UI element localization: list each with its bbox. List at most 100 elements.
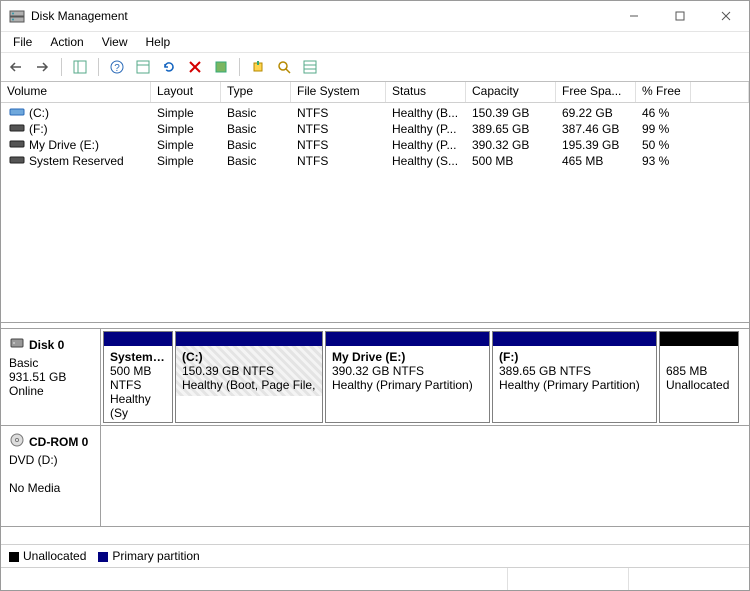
volume-list-header[interactable]: Volume Layout Type File System Status Ca… (1, 82, 749, 103)
volume-icon (9, 106, 25, 120)
help-button[interactable]: ? (105, 55, 129, 79)
action-button[interactable] (246, 55, 270, 79)
col-filesys[interactable]: File System (291, 82, 386, 102)
delete-button[interactable] (183, 55, 207, 79)
volume-row[interactable]: My Drive (E:)SimpleBasicNTFSHealthy (P..… (1, 137, 749, 153)
disk-icon (9, 335, 25, 354)
disk-name: CD-ROM 0 (29, 435, 88, 449)
disk-info[interactable]: CD-ROM 0DVD (D:)No Media (1, 426, 101, 526)
disk-state: Online (9, 384, 92, 398)
rescan-button[interactable] (209, 55, 233, 79)
partition-status: Healthy (Sy (110, 392, 166, 420)
list-button[interactable] (298, 55, 322, 79)
status-cell (507, 568, 628, 590)
disk-info[interactable]: Disk 0Basic931.51 GBOnline (1, 329, 101, 425)
menu-file[interactable]: File (5, 33, 40, 51)
show-hide-console-tree-button[interactable] (68, 55, 92, 79)
menu-help[interactable]: Help (138, 33, 179, 51)
toolbar: ? (1, 52, 749, 82)
volume-name: My Drive (E:) (1, 138, 151, 152)
disk-row[interactable]: Disk 0Basic931.51 GBOnlineSystem Re500 M… (1, 329, 749, 426)
volume-free: 387.46 GB (556, 122, 636, 136)
swatch-unallocated (9, 552, 19, 562)
volume-capacity: 390.32 GB (466, 138, 556, 152)
partition-bar (176, 332, 322, 346)
partition-status: Healthy (Primary Partition) (499, 378, 650, 392)
find-button[interactable] (272, 55, 296, 79)
volume-free: 465 MB (556, 154, 636, 168)
partition-title: (F:) (499, 350, 650, 364)
disk-row[interactable]: CD-ROM 0DVD (D:)No Media (1, 426, 749, 527)
forward-button[interactable] (31, 55, 55, 79)
partition-size: 150.39 GB NTFS (182, 364, 316, 378)
menu-action[interactable]: Action (42, 33, 91, 51)
volume-layout: Simple (151, 106, 221, 120)
volume-icon (9, 122, 25, 136)
legend-unallocated: Unallocated (9, 549, 86, 563)
volume-status: Healthy (P... (386, 122, 466, 136)
volume-capacity: 500 MB (466, 154, 556, 168)
volume-row[interactable]: System ReservedSimpleBasicNTFSHealthy (S… (1, 153, 749, 169)
partition[interactable]: 685 MBUnallocated (659, 331, 739, 423)
toolbar-separator (239, 58, 240, 76)
volume-layout: Simple (151, 138, 221, 152)
partition-status: Healthy (Primary Partition) (332, 378, 483, 392)
volume-icon (9, 154, 25, 168)
volume-type: Basic (221, 154, 291, 168)
toolbar-separator (98, 58, 99, 76)
partition-status: Healthy (Boot, Page File, (182, 378, 316, 392)
volume-name: (F:) (1, 122, 151, 136)
partition-strip: System Re500 MB NTFSHealthy (Sy(C:)150.3… (101, 329, 749, 425)
col-status[interactable]: Status (386, 82, 466, 102)
col-pctfree[interactable]: % Free (636, 82, 691, 102)
disk-size: 931.51 GB (9, 370, 92, 384)
partition-bar (104, 332, 172, 346)
legend-primary: Primary partition (98, 549, 199, 563)
volume-name: System Reserved (1, 154, 151, 168)
col-type[interactable]: Type (221, 82, 291, 102)
maximize-button[interactable] (657, 1, 703, 31)
partition-title: (C:) (182, 350, 316, 364)
graphical-view[interactable]: Disk 0Basic931.51 GBOnlineSystem Re500 M… (1, 329, 749, 567)
volume-name: (C:) (1, 106, 151, 120)
app-icon (9, 8, 25, 24)
refresh-button[interactable] (157, 55, 181, 79)
settings-button[interactable] (131, 55, 155, 79)
partition-bar (493, 332, 656, 346)
volume-icon (9, 138, 25, 152)
disk-management-window: Disk Management File Action View Help ? … (0, 0, 750, 591)
back-button[interactable] (5, 55, 29, 79)
partition-size: 500 MB NTFS (110, 364, 166, 392)
legend: Unallocated Primary partition (1, 544, 749, 567)
volume-list[interactable]: Volume Layout Type File System Status Ca… (1, 82, 749, 323)
svg-text:?: ? (114, 63, 120, 74)
disk-type: Basic (9, 356, 92, 370)
col-free[interactable]: Free Spa... (556, 82, 636, 102)
partition-title: System Re (110, 350, 166, 364)
close-button[interactable] (703, 1, 749, 31)
partition-bar (660, 332, 738, 346)
col-volume[interactable]: Volume (1, 82, 151, 102)
partition-strip (101, 426, 749, 526)
partition[interactable]: (C:)150.39 GB NTFSHealthy (Boot, Page Fi… (175, 331, 323, 423)
minimize-button[interactable] (611, 1, 657, 31)
title-bar[interactable]: Disk Management (1, 1, 749, 32)
status-bar (1, 567, 749, 590)
volume-type: Basic (221, 106, 291, 120)
volume-pct: 50 % (636, 138, 691, 152)
volume-row[interactable]: (F:)SimpleBasicNTFSHealthy (P...389.65 G… (1, 121, 749, 137)
partition[interactable]: System Re500 MB NTFSHealthy (Sy (103, 331, 173, 423)
partition[interactable]: (F:)389.65 GB NTFSHealthy (Primary Parti… (492, 331, 657, 423)
volume-capacity: 150.39 GB (466, 106, 556, 120)
menu-view[interactable]: View (94, 33, 136, 51)
volume-pct: 46 % (636, 106, 691, 120)
volume-free: 195.39 GB (556, 138, 636, 152)
volume-row[interactable]: (C:)SimpleBasicNTFSHealthy (B...150.39 G… (1, 105, 749, 121)
swatch-primary (98, 552, 108, 562)
partition[interactable]: My Drive (E:)390.32 GB NTFSHealthy (Prim… (325, 331, 490, 423)
volume-pct: 99 % (636, 122, 691, 136)
partition-status: Unallocated (666, 378, 732, 392)
volume-status: Healthy (S... (386, 154, 466, 168)
col-layout[interactable]: Layout (151, 82, 221, 102)
col-capacity[interactable]: Capacity (466, 82, 556, 102)
